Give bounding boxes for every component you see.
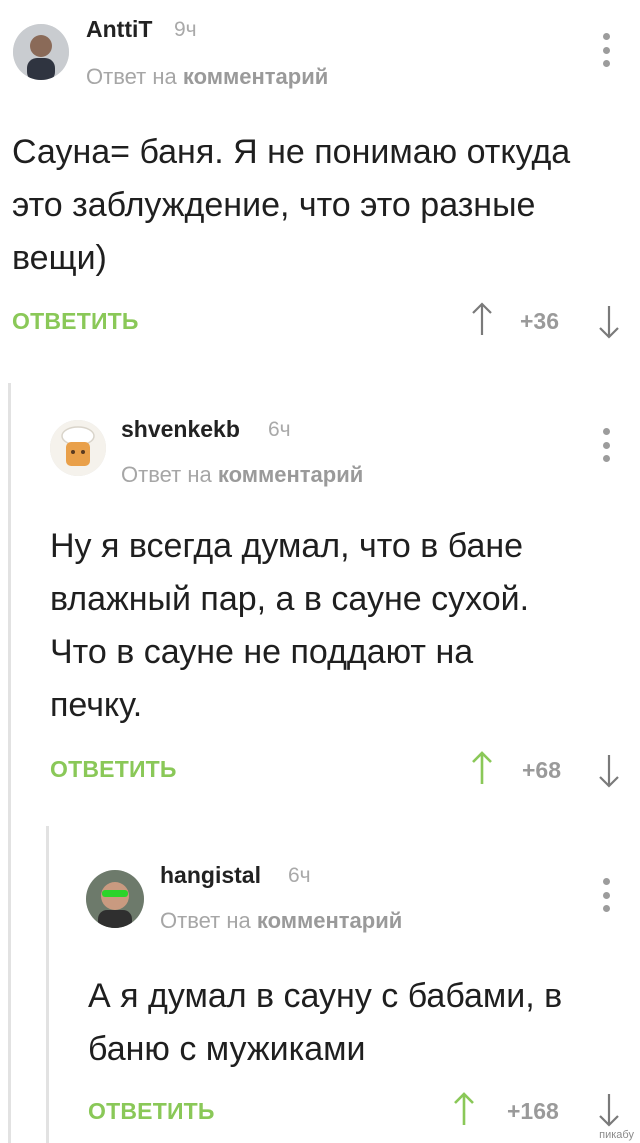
watermark: пикабу bbox=[599, 1129, 634, 1141]
reply-target-link[interactable]: комментарий bbox=[218, 462, 363, 487]
reply-button[interactable]: ОТВЕТИТЬ bbox=[50, 756, 177, 783]
kebab-menu-icon[interactable] bbox=[601, 428, 611, 462]
comment-1: AnttiT 9ч Ответ на комментарий Сауна= ба… bbox=[0, 0, 640, 360]
reply-target-link[interactable]: комментарий bbox=[257, 908, 402, 933]
author-name[interactable]: shvenkekb bbox=[121, 416, 240, 443]
author-name[interactable]: AnttiT bbox=[86, 16, 152, 43]
kebab-menu-icon[interactable] bbox=[601, 878, 611, 912]
avatar[interactable] bbox=[86, 870, 144, 928]
comment-time: 9ч bbox=[174, 18, 197, 41]
comment-text: Ну я всегда думал, что в бане влажный па… bbox=[50, 527, 530, 724]
avatar[interactable] bbox=[13, 24, 69, 80]
arrow-down-icon[interactable] bbox=[598, 305, 620, 339]
comment-time: 6ч bbox=[268, 418, 291, 441]
reply-button[interactable]: ОТВЕТИТЬ bbox=[88, 1098, 215, 1125]
reply-to-line[interactable]: Ответ на комментарий bbox=[160, 908, 402, 934]
avatar[interactable] bbox=[50, 420, 106, 476]
arrow-up-icon[interactable] bbox=[453, 1092, 475, 1126]
reply-prefix: Ответ на bbox=[121, 462, 212, 487]
arrow-down-icon[interactable] bbox=[598, 1093, 620, 1127]
reply-to-line[interactable]: Ответ на комментарий bbox=[86, 64, 328, 90]
kebab-menu-icon[interactable] bbox=[601, 33, 611, 67]
comment-text: Сауна= баня. Я не понимаю откуда это заб… bbox=[12, 133, 571, 277]
arrow-up-icon[interactable] bbox=[471, 302, 493, 336]
rating: +68 bbox=[522, 757, 562, 783]
rating: +168 bbox=[507, 1098, 559, 1124]
reply-target-link[interactable]: комментарий bbox=[183, 64, 328, 89]
author-name[interactable]: hangistal bbox=[160, 862, 261, 889]
user-avatar-icon bbox=[86, 870, 144, 928]
reply-to-line[interactable]: Ответ на комментарий bbox=[121, 462, 363, 488]
arrow-down-icon[interactable] bbox=[598, 754, 620, 788]
reply-prefix: Ответ на bbox=[86, 64, 177, 89]
comment-time: 6ч bbox=[288, 864, 311, 887]
comment-3: hangistal 6ч Ответ на комментарий А я ду… bbox=[0, 820, 640, 1143]
user-avatar-icon bbox=[13, 24, 69, 80]
reply-prefix: Ответ на bbox=[160, 908, 251, 933]
reply-button[interactable]: ОТВЕТИТЬ bbox=[12, 308, 139, 335]
comment-text: А я думал в сауну с бабами, в баню с муж… bbox=[88, 977, 563, 1068]
comment-2: shvenkekb 6ч Ответ на комментарий Ну я в… bbox=[0, 380, 640, 800]
chef-avatar-icon bbox=[50, 420, 106, 476]
arrow-up-icon[interactable] bbox=[471, 751, 493, 785]
rating: +36 bbox=[520, 308, 560, 334]
